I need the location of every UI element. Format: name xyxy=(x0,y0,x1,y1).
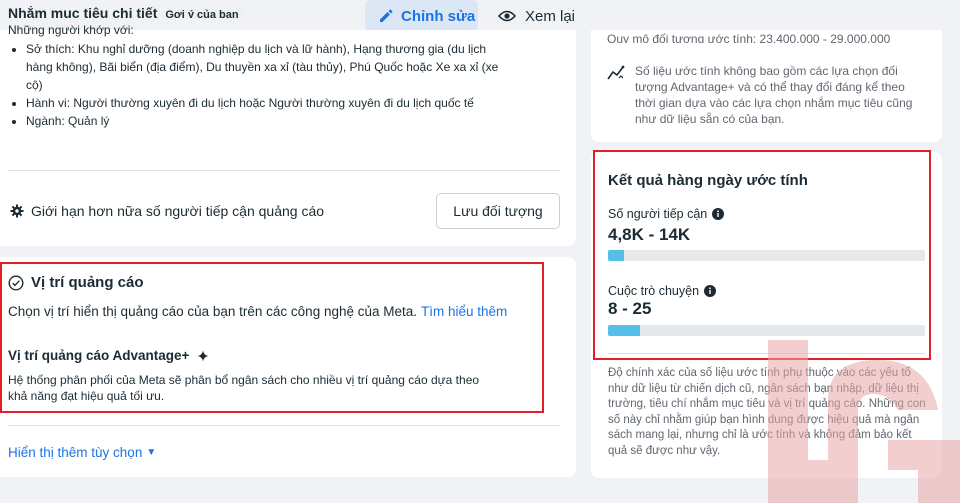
audience-criteria-list: Sở thích: Khu nghỉ dưỡng (doanh nghiệp d… xyxy=(26,40,506,130)
tab-edit-label: Chỉnh sửa xyxy=(401,7,476,25)
divider xyxy=(8,425,560,426)
detailed-targeting-title-text: Nhắm mục tiêu chi tiết xyxy=(8,6,158,18)
save-audience-button[interactable]: Lưu đối tượng xyxy=(436,193,560,229)
suggestion-badge: Gợi ý của bạn xyxy=(161,9,243,18)
highlight-box-results xyxy=(593,150,931,360)
gear-icon xyxy=(10,204,24,218)
caret-down-icon: ▼ xyxy=(146,447,157,458)
pencil-icon xyxy=(380,9,393,22)
show-more-options-label: Hiển thị thêm tùy chọn xyxy=(8,445,143,460)
estimate-note-text: Số liệu ước tính không bao gồm các lựa c… xyxy=(635,64,913,126)
audience-subtitle: Những người khớp với: xyxy=(8,23,134,37)
detailed-targeting-title: Nhắm mục tiêu chi tiết Gợi ý của bạn xyxy=(8,6,243,18)
tab-preview-label: Xem lại xyxy=(525,7,576,25)
limit-reach-option[interactable]: Giới hạn hơn nữa số người tiếp cận quảng… xyxy=(10,203,324,219)
trend-line-icon xyxy=(607,65,625,80)
divider xyxy=(8,170,560,171)
tab-preview[interactable]: Xem lại xyxy=(498,0,575,32)
estimate-note: Số liệu ước tính không bao gồm các lựa c… xyxy=(607,63,927,127)
limit-reach-label: Giới hạn hơn nữa số người tiếp cận quảng… xyxy=(31,203,325,219)
eye-icon xyxy=(498,10,516,22)
criteria-interests: Sở thích: Khu nghỉ dưỡng (doanh nghiệp d… xyxy=(26,40,506,94)
show-more-options-link[interactable]: Hiển thị thêm tùy chọn ▼ xyxy=(8,445,156,460)
criteria-behaviors: Hành vi: Người thường xuyên đi du lịch h… xyxy=(26,94,506,112)
scrollbar-track[interactable] xyxy=(950,38,960,503)
tab-edit[interactable]: Chỉnh sửa xyxy=(365,0,478,32)
criteria-industry: Ngành: Quản lý xyxy=(26,112,506,130)
audience-size-range: Quy mô đối tượng ước tính: 23.400.000 - … xyxy=(607,33,891,43)
estimate-disclaimer: Độ chính xác của số liệu ước tính phụ th… xyxy=(608,367,926,457)
highlight-box-placement xyxy=(0,262,544,413)
divider xyxy=(608,353,925,354)
audience-size-card: Quy mô đối tượng ước tính: 23.400.000 - … xyxy=(591,30,942,142)
